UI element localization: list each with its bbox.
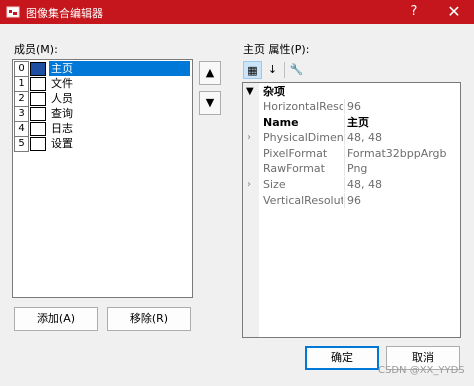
window-title: 图像集合编辑器 — [26, 7, 103, 20]
property-value: Png — [347, 162, 368, 176]
item-label: 日志 — [51, 122, 73, 135]
column-divider — [344, 192, 345, 208]
property-value: 96 — [347, 100, 361, 113]
property-row[interactable]: VerticalResolutio 96 — [243, 192, 460, 208]
property-name: Size — [263, 178, 286, 191]
item-index: 0 — [14, 61, 29, 77]
add-button[interactable]: 添加(A) — [14, 307, 98, 331]
list-item[interactable]: 0 主页 — [13, 61, 192, 77]
item-index: 4 — [14, 121, 29, 137]
item-label: 查询 — [51, 107, 73, 120]
image-thumbnail-icon — [30, 137, 46, 151]
list-item[interactable]: 3 查询 — [13, 106, 192, 122]
members-label: 成员(M): — [14, 43, 58, 56]
move-down-button[interactable]: ▼ — [199, 91, 221, 115]
property-name: RawFormat — [263, 162, 325, 176]
property-row[interactable]: HorizontalResolu 96 — [243, 99, 460, 114]
column-divider — [344, 161, 345, 177]
property-name: PixelFormat — [263, 146, 328, 160]
property-value: 48, 48 — [347, 131, 382, 145]
property-row[interactable]: › PhysicalDimensic 48, 48 — [243, 130, 460, 146]
properties-label: 主页 属性(P): — [243, 43, 310, 56]
property-value: Format32bppArgb — [347, 146, 447, 160]
image-thumbnail-icon — [30, 77, 46, 91]
list-item[interactable]: 1 文件 — [13, 76, 192, 92]
image-thumbnail-icon — [30, 62, 46, 76]
property-name: Name — [263, 115, 299, 129]
property-row[interactable]: Name 主页 — [243, 114, 460, 130]
item-label: 主页 — [51, 62, 73, 75]
item-index: 1 — [14, 76, 29, 92]
category-row[interactable]: ▼ 杂项 — [243, 84, 460, 99]
column-divider — [344, 99, 345, 114]
image-thumbnail-icon — [30, 122, 46, 136]
close-button[interactable]: ✕ — [434, 0, 474, 24]
property-row[interactable]: › Size 48, 48 — [243, 177, 460, 192]
item-index: 3 — [14, 106, 29, 122]
help-button[interactable]: ? — [394, 0, 434, 24]
toolbar-separator — [284, 62, 285, 78]
categorized-button[interactable]: ▦ — [243, 61, 262, 79]
item-label: 文件 — [51, 77, 73, 90]
property-name: PhysicalDimensic — [263, 131, 343, 145]
property-pages-button[interactable]: 🔧 — [287, 61, 306, 79]
item-label: 人员 — [51, 92, 73, 105]
property-name: VerticalResolutio — [263, 193, 343, 207]
sort-az-icon: ↓ — [267, 63, 278, 76]
app-icon — [6, 6, 20, 18]
watermark: CSDN @XX_YYDS — [378, 365, 465, 376]
item-index: 2 — [14, 91, 29, 107]
column-divider — [344, 145, 345, 161]
property-value: 主页 — [347, 115, 369, 129]
arrow-down-icon: ▼ — [205, 96, 215, 109]
column-divider — [344, 130, 345, 146]
move-up-button[interactable]: ▲ — [199, 61, 221, 85]
categorized-icon: ▦ — [247, 64, 258, 77]
item-index: 5 — [14, 136, 29, 152]
property-name: HorizontalResolu — [263, 100, 343, 113]
expand-chevron-icon[interactable]: › — [247, 177, 251, 192]
collapse-chevron-icon[interactable]: ▼ — [246, 84, 254, 99]
ok-button[interactable]: 确定 — [305, 346, 379, 370]
column-divider — [344, 114, 345, 130]
list-item[interactable]: 2 人员 — [13, 91, 192, 107]
category-label: 杂项 — [263, 85, 285, 98]
item-label: 设置 — [51, 137, 73, 150]
column-divider — [344, 177, 345, 192]
property-value: 96 — [347, 193, 361, 207]
remove-button[interactable]: 移除(R) — [107, 307, 191, 331]
alphabetical-button[interactable]: ↓ — [263, 61, 282, 79]
image-thumbnail-icon — [30, 107, 46, 121]
list-item[interactable]: 5 设置 — [13, 136, 192, 152]
title-bar: 图像集合编辑器 ? ✕ — [0, 0, 474, 24]
property-row[interactable]: PixelFormat Format32bppArgb — [243, 145, 460, 161]
property-value: 48, 48 — [347, 178, 382, 191]
wrench-icon: 🔧 — [289, 63, 304, 76]
arrow-up-icon: ▲ — [205, 66, 215, 79]
image-thumbnail-icon — [30, 92, 46, 106]
property-row[interactable]: RawFormat Png — [243, 161, 460, 177]
expand-chevron-icon[interactable]: › — [247, 130, 251, 145]
list-item[interactable]: 4 日志 — [13, 121, 192, 137]
members-listbox[interactable]: 0 主页 1 文件 2 人员 3 查询 4 日志 5 设置 — [12, 59, 193, 298]
property-grid[interactable]: ▼ 杂项 HorizontalResolu 96 Name 主页 › PhysicalDi… — [242, 82, 461, 338]
